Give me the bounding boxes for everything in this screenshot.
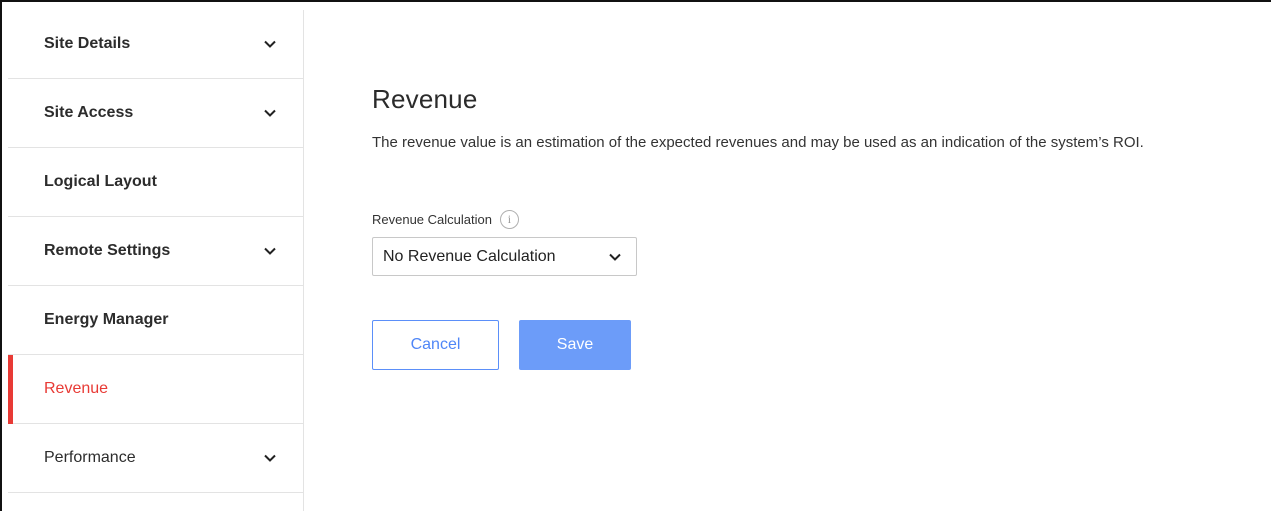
sidebar-item-logical-layout[interactable]: Logical Layout bbox=[8, 148, 303, 217]
field-label: Revenue Calculation bbox=[372, 212, 492, 227]
sidebar-item-label: Site Access bbox=[44, 104, 134, 121]
chevron-down-icon bbox=[264, 454, 276, 462]
sidebar-item-energy-manager[interactable]: Energy Manager bbox=[8, 286, 303, 355]
chevron-down-icon bbox=[264, 109, 276, 117]
select-value: No Revenue Calculation bbox=[383, 247, 556, 265]
info-icon[interactable]: i bbox=[499, 210, 519, 229]
frame-border-left bbox=[0, 0, 2, 511]
sidebar-item-label: Energy Manager bbox=[44, 311, 169, 328]
sidebar-item-revenue[interactable]: Revenue bbox=[8, 355, 303, 424]
sidebar-item-label: Remote Settings bbox=[44, 242, 171, 259]
sidebar-item-site-access[interactable]: Site Access bbox=[8, 79, 303, 148]
page-description: The revenue value is an estimation of th… bbox=[372, 134, 1144, 151]
revenue-panel: Revenue The revenue value is an estimati… bbox=[372, 84, 1262, 370]
chevron-down-icon bbox=[264, 40, 276, 48]
sidebar-item-label: Site Details bbox=[44, 35, 131, 52]
sidebar-item-label: Performance bbox=[44, 449, 136, 466]
app-frame: Site Details Site Access Logical Layout … bbox=[0, 0, 1271, 511]
settings-sidebar: Site Details Site Access Logical Layout … bbox=[8, 10, 304, 511]
revenue-calculation-label-row: Revenue Calculation i bbox=[372, 210, 519, 229]
revenue-calculation-select[interactable]: No Revenue Calculation bbox=[372, 237, 637, 276]
sidebar-item-site-details[interactable]: Site Details bbox=[8, 10, 303, 79]
sidebar-item-remote-settings[interactable]: Remote Settings bbox=[8, 217, 303, 286]
sidebar-item-performance[interactable]: Performance bbox=[8, 424, 303, 493]
frame-border-top bbox=[0, 0, 1271, 2]
chevron-down-icon bbox=[264, 247, 276, 255]
sidebar-item-label: Logical Layout bbox=[44, 173, 157, 190]
save-button[interactable]: Save bbox=[519, 320, 631, 370]
chevron-down-icon bbox=[609, 253, 621, 261]
cancel-button[interactable]: Cancel bbox=[372, 320, 499, 370]
page-title: Revenue bbox=[372, 84, 478, 114]
sidebar-item-label: Revenue bbox=[44, 380, 109, 397]
